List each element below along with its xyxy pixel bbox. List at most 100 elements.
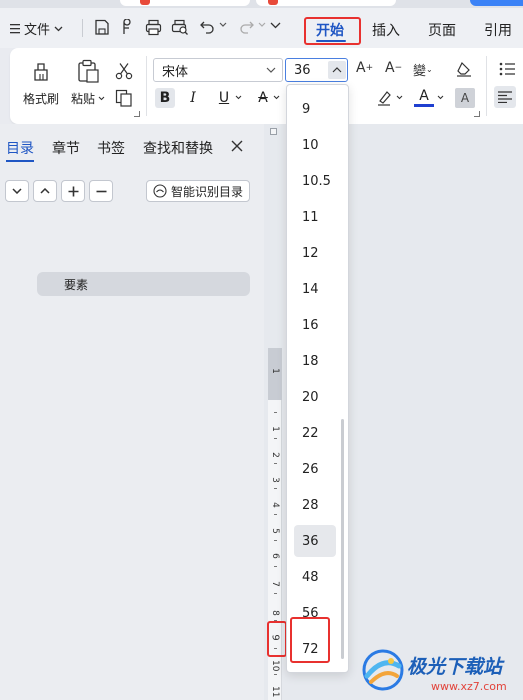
file-menu[interactable]: 文件 [10,19,63,38]
font-size-input[interactable]: 36 [285,58,348,82]
highlight-box-size-72 [290,617,330,663]
strikethrough-dropdown-icon[interactable] [273,95,280,100]
font-size-option-selected[interactable]: 36 [294,525,336,557]
hamburger-icon [10,23,20,34]
chevron-down-icon [266,67,276,73]
tab-sections[interactable]: 章节 [52,138,80,158]
grow-font-icon[interactable]: A + [356,60,373,76]
paste-label: 粘贴 [71,92,96,106]
dropdown-scrollbar[interactable] [341,419,344,659]
underline-button[interactable]: U [214,88,234,108]
chevron-down-icon [98,96,105,101]
ruler-tick [274,674,277,675]
ruler-tick [274,463,277,464]
redo-dropdown-icon[interactable] [258,22,266,28]
tab-insert[interactable]: 插入 [372,20,400,40]
tab-toc[interactable]: 目录 [6,138,34,158]
strikethrough-button[interactable]: A [253,88,273,108]
clear-format-icon[interactable] [455,61,473,77]
font-size-dropdown: 9 10 10.5 11 12 14 16 18 20 22 26 28 36 … [286,84,349,673]
font-size-option[interactable]: 22 [294,417,336,449]
font-size-option[interactable]: 48 [294,561,336,593]
chevron-up-icon [40,188,50,194]
format-painter-icon[interactable] [30,60,52,82]
shrink-font-icon[interactable]: A − [385,60,402,76]
highlight-dropdown-icon[interactable] [396,95,403,100]
app-tab-icon [268,0,278,5]
watermark: 极光下载站 www.xz7.com [359,646,523,700]
save-icon[interactable] [94,19,110,36]
close-icon[interactable] [231,140,243,152]
print-icon[interactable] [145,19,162,36]
chevron-up-icon[interactable] [328,61,346,79]
font-color-button[interactable]: A [414,86,434,106]
separator [82,19,83,37]
font-size-option[interactable]: 28 [294,489,336,521]
redo-icon[interactable] [239,19,255,35]
file-menu-label: 文件 [24,23,51,38]
ruler-tick [274,593,277,594]
separator [146,56,147,116]
copy-icon[interactable] [115,89,133,107]
ruler-number: 3 [270,477,280,483]
font-color-dropdown-icon[interactable] [437,95,444,100]
align-left-icon [498,91,512,103]
export-pdf-icon[interactable] [120,19,134,36]
tab-page[interactable]: 页面 [428,20,456,40]
font-size-option[interactable]: 11 [294,201,336,233]
tab-start[interactable]: 开始 [316,20,344,40]
print-preview-icon[interactable] [171,19,189,36]
undo-dropdown-icon[interactable] [219,22,227,28]
ruler-tick [274,540,277,541]
tab-bookmarks[interactable]: 书签 [97,138,125,158]
phonetic-guide-icon[interactable]: 變 ⌄ [413,60,433,79]
font-size-option[interactable]: 14 [294,273,336,305]
chevron-down-icon [54,26,63,32]
undo-icon[interactable] [199,19,215,35]
minus-icon [96,190,106,192]
expand-all-button[interactable] [33,180,57,202]
font-dialog-launcher-icon[interactable] [474,111,480,117]
font-size-option[interactable]: 10.5 [294,165,336,197]
highlight-color-icon[interactable] [376,89,394,107]
ruler-number: 7 [270,581,280,587]
window-tab-active[interactable] [470,0,523,6]
cut-icon[interactable] [115,62,133,80]
tab-references[interactable]: 引用 [484,20,512,40]
add-heading-button[interactable] [61,180,85,202]
bold-button[interactable]: B [155,88,175,108]
align-left-button[interactable] [494,86,516,108]
ruler-number: 5 [270,528,280,534]
font-size-option[interactable]: 12 [294,237,336,269]
more-commands-chevron-icon[interactable] [270,22,281,29]
ruler-tick [274,438,277,439]
bullet-list-icon[interactable] [499,62,515,76]
ruler-number: 1 [270,426,280,432]
clipboard-dialog-launcher-icon[interactable] [134,111,140,117]
font-size-option[interactable]: 26 [294,453,336,485]
paste-button[interactable]: 粘贴 [71,90,105,107]
font-color-bar [414,104,434,107]
font-size-option[interactable]: 10 [294,129,336,161]
font-name-select[interactable]: 宋体 [153,58,283,82]
remove-heading-button[interactable] [89,180,113,202]
ruler-tick [274,488,277,489]
smart-recognize-icon [153,184,167,198]
font-size-option[interactable]: 16 [294,309,336,341]
smart-toc-label: 智能识别目录 [171,184,244,199]
font-size-option[interactable]: 20 [294,381,336,413]
font-size-option[interactable]: 9 [294,93,336,125]
character-shading-button[interactable]: A [455,88,475,108]
ruler-number: 10 [270,660,280,672]
ruler-tick [274,566,277,567]
toc-item[interactable]: 要素 [37,272,250,296]
smart-toc-button[interactable]: 智能识别目录 [146,180,251,202]
tab-find-replace[interactable]: 查找和替换 [143,138,213,158]
highlight-box-ruler [267,621,287,657]
collapse-all-button[interactable] [5,180,29,202]
paste-icon[interactable] [76,59,100,83]
format-painter-label[interactable]: 格式刷 [23,90,59,107]
italic-button[interactable]: I [183,88,203,108]
font-size-option[interactable]: 18 [294,345,336,377]
underline-dropdown-icon[interactable] [235,95,242,100]
